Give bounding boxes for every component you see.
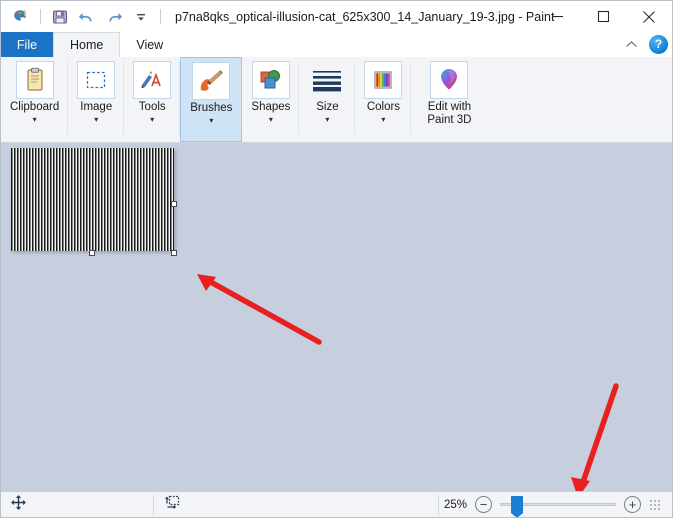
- customize-qat-icon[interactable]: [129, 6, 153, 28]
- resize-handle-bottom-right[interactable]: [171, 250, 177, 256]
- help-button[interactable]: ?: [649, 34, 668, 54]
- cursor-position-indicator: [1, 492, 154, 518]
- zoom-controls: 25% − +: [439, 496, 672, 517]
- zoom-out-button[interactable]: −: [475, 496, 492, 513]
- chevron-down-icon[interactable]: ▾: [325, 115, 329, 124]
- resize-handle-right-middle[interactable]: [171, 201, 177, 207]
- ribbon-group-tools[interactable]: Tools ▾: [124, 57, 181, 142]
- zoom-slider[interactable]: [500, 496, 616, 517]
- qat-separator-2: [160, 9, 161, 24]
- select-rectangle-icon: [77, 61, 116, 99]
- tab-home[interactable]: Home: [53, 32, 121, 57]
- zoom-slider-thumb[interactable]: [511, 496, 523, 517]
- ribbon-group-brushes[interactable]: Brushes ▾: [180, 57, 243, 142]
- brush-icon: [192, 62, 231, 100]
- redo-icon[interactable]: [102, 6, 126, 28]
- window-controls: [534, 1, 672, 32]
- title-bar: p7na8qks_optical-illusion-cat_625x300_14…: [1, 1, 672, 32]
- ribbon-group-size[interactable]: Size ▾: [299, 57, 356, 142]
- ribbon-group-image[interactable]: Image ▾: [68, 57, 125, 142]
- qat-separator-1: [40, 9, 41, 24]
- line-size-icon: [308, 61, 346, 99]
- status-bar: 25% − +: [1, 491, 672, 517]
- clipboard-icon: [15, 61, 54, 99]
- ribbon-group-colors-label: Colors: [366, 101, 401, 113]
- cursor-position-icon: [11, 494, 26, 515]
- ribbon-group-shapes[interactable]: Shapes ▾: [242, 57, 300, 142]
- paint3d-icon: [430, 61, 469, 99]
- selection-size-indicator: [154, 492, 440, 518]
- tab-file[interactable]: File: [1, 32, 53, 57]
- ribbon-group-paint3d-label: Edit with Paint 3D: [427, 101, 472, 126]
- shapes-icon: [251, 61, 290, 99]
- chevron-down-icon[interactable]: ▾: [33, 115, 37, 124]
- zoom-in-button[interactable]: +: [624, 496, 641, 513]
- quick-access-toolbar: [1, 6, 165, 28]
- ribbon-group-clipboard[interactable]: Clipboard ▾: [1, 57, 69, 142]
- chevron-down-icon[interactable]: ▾: [209, 116, 213, 125]
- chevron-down-icon[interactable]: ▾: [269, 115, 273, 124]
- tab-view[interactable]: View: [120, 32, 180, 57]
- resize-grip-icon[interactable]: [649, 498, 661, 511]
- striped-optical-illusion-image[interactable]: [11, 148, 174, 251]
- resize-handle-bottom-center[interactable]: [89, 250, 95, 256]
- ribbon-group-tools-label: Tools: [138, 101, 166, 113]
- selection-size-icon: [164, 494, 181, 515]
- save-icon[interactable]: [48, 6, 72, 28]
- chevron-down-icon[interactable]: ▾: [381, 115, 385, 124]
- ribbon-group-colors[interactable]: Colors ▾: [355, 57, 412, 142]
- chevron-up-icon[interactable]: [621, 34, 641, 54]
- undo-icon[interactable]: [75, 6, 99, 28]
- ribbon-group-size-label: Size: [316, 101, 339, 113]
- ribbon-group-paint3d[interactable]: Edit with Paint 3D: [411, 57, 487, 142]
- chevron-down-icon[interactable]: ▾: [150, 115, 154, 124]
- ribbon: Clipboard ▾ Image ▾ Tools ▾ Brushes ▾ Sh…: [1, 57, 672, 143]
- close-button[interactable]: [626, 1, 672, 32]
- ribbon-group-image-label: Image: [80, 101, 113, 113]
- paint-palette-icon[interactable]: [9, 6, 33, 28]
- color-palette-icon: [364, 61, 403, 99]
- ribbon-tab-strip: File Home View: [1, 32, 672, 57]
- maximize-button[interactable]: [580, 1, 626, 32]
- ribbon-right-controls: ?: [621, 34, 668, 54]
- window-title: p7na8qks_optical-illusion-cat_625x300_14…: [175, 9, 555, 24]
- chevron-down-icon[interactable]: ▾: [94, 115, 98, 124]
- minimize-button[interactable]: [534, 1, 580, 32]
- pencil-tools-icon: [133, 61, 172, 99]
- ribbon-group-clipboard-label: Clipboard: [10, 101, 60, 113]
- ribbon-group-brushes-label: Brushes: [190, 102, 233, 114]
- paint-window: p7na8qks_optical-illusion-cat_625x300_14…: [0, 0, 673, 518]
- zoom-level-label: 25%: [443, 498, 467, 511]
- ribbon-group-shapes-label: Shapes: [251, 101, 291, 113]
